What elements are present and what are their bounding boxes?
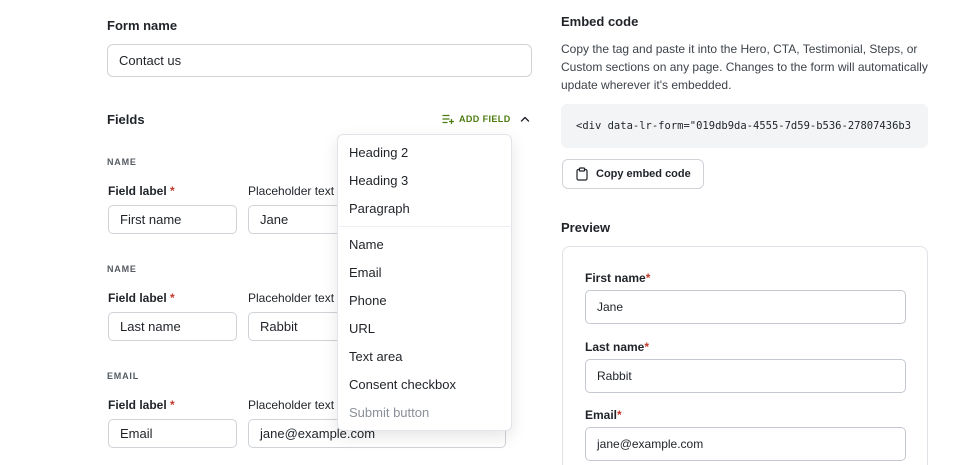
required-mark: * (645, 271, 651, 285)
menu-item-submit-button[interactable]: Submit button (349, 405, 429, 420)
field-label-input[interactable]: Last name (108, 312, 237, 341)
copy-embed-code-label: Copy embed code (596, 168, 691, 180)
field-label-input[interactable]: First name (108, 205, 237, 234)
menu-divider (339, 226, 510, 227)
preview-panel: First name* Jane Last name* Rabbit Email… (562, 246, 928, 465)
menu-item-phone[interactable]: Phone (349, 293, 387, 308)
chevron-up-icon[interactable] (519, 113, 531, 125)
preview-first-name-input[interactable]: Jane (585, 290, 906, 324)
field-label-caption: Field label * (108, 398, 175, 412)
preview-last-name-input[interactable]: Rabbit (585, 359, 906, 393)
required-mark: * (170, 398, 175, 412)
field-label-text: Field label (108, 291, 167, 305)
preview-label-text: Last name (585, 340, 645, 354)
embed-description: Copy the tag and paste it into the Hero,… (561, 42, 928, 92)
menu-item-email[interactable]: Email (349, 265, 382, 280)
form-name-label: Form name (107, 18, 178, 33)
fields-title: Fields (107, 112, 145, 127)
required-mark: * (644, 340, 650, 354)
preview-label-text: Email (585, 408, 618, 422)
embed-code-box[interactable]: <div data-lr-form="019db9da-4555-7d59-b5… (561, 104, 928, 148)
field-label-input[interactable]: Email (108, 419, 237, 448)
preview-field-label: Email* (585, 408, 622, 422)
copy-embed-code-button[interactable]: Copy embed code (562, 159, 704, 189)
menu-item-name[interactable]: Name (349, 237, 384, 252)
required-mark: * (170, 184, 175, 198)
menu-item-heading-3[interactable]: Heading 3 (349, 173, 408, 188)
field-group-type: NAME (107, 157, 137, 167)
preview-label-text: First name (585, 271, 646, 285)
placeholder-label: Placeholder text (248, 398, 335, 412)
field-label-caption: Field label * (108, 291, 175, 305)
required-mark: * (170, 291, 175, 305)
embed-code-title: Embed code (561, 14, 639, 29)
menu-item-heading-2[interactable]: Heading 2 (349, 145, 408, 160)
menu-item-paragraph[interactable]: Paragraph (349, 201, 410, 216)
preview-field-label: First name* (585, 271, 650, 285)
placeholder-label: Placeholder text (248, 184, 335, 198)
field-group-type: NAME (107, 264, 137, 274)
field-label-text: Field label (108, 398, 167, 412)
form-name-input[interactable]: Contact us (107, 44, 532, 77)
menu-item-url[interactable]: URL (349, 321, 375, 336)
menu-item-consent-checkbox[interactable]: Consent checkbox (349, 377, 456, 392)
required-mark: * (617, 408, 622, 422)
menu-item-text-area[interactable]: Text area (349, 349, 402, 364)
add-list-icon (442, 114, 454, 124)
clipboard-icon (576, 167, 588, 181)
preview-email-input[interactable]: jane@example.com (585, 427, 906, 461)
field-label-text: Field label (108, 184, 167, 198)
field-label-caption: Field label * (108, 184, 175, 198)
placeholder-label: Placeholder text (248, 291, 335, 305)
preview-title: Preview (561, 220, 611, 235)
add-field-button[interactable]: ADD FIELD (442, 112, 511, 126)
add-field-label: ADD FIELD (459, 114, 511, 124)
preview-field-label: Last name* (585, 340, 649, 354)
field-group-type: EMAIL (107, 371, 139, 381)
add-field-menu: Heading 2 Heading 3 Paragraph Name Email… (337, 134, 512, 431)
